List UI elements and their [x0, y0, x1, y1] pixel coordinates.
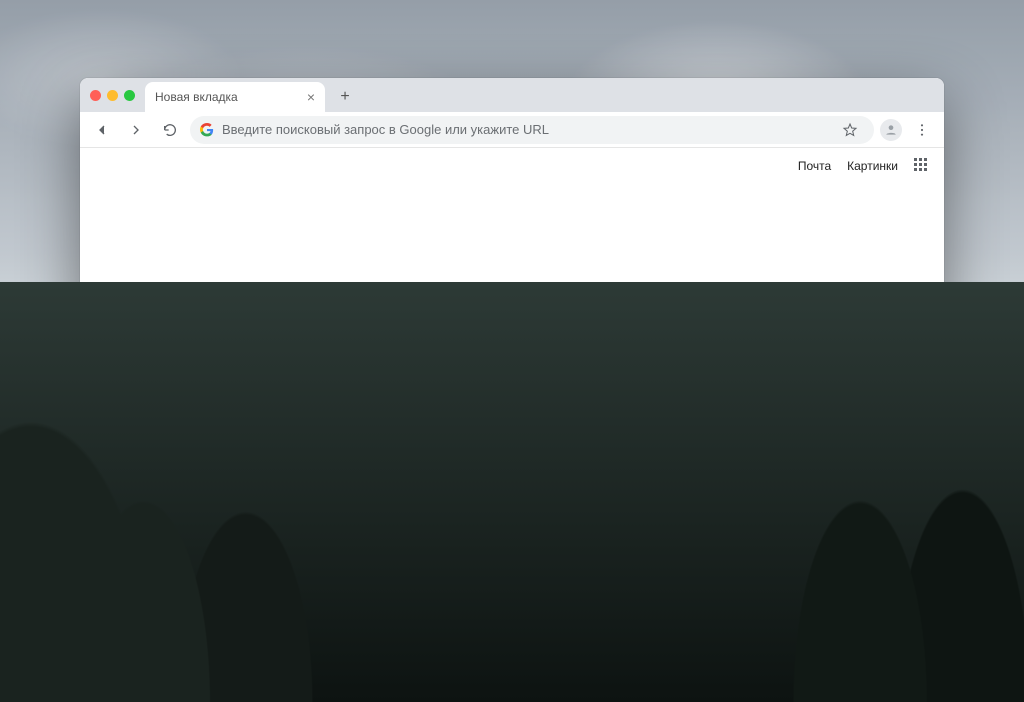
window-zoom-button[interactable] — [124, 90, 135, 101]
pencil-icon — [838, 588, 852, 602]
annotation-arrow — [635, 573, 805, 622]
popup-divider — [678, 495, 930, 496]
voice-search-button[interactable] — [738, 377, 756, 398]
address-bar[interactable]: Введите поисковый запрос в Google или ук… — [190, 116, 874, 144]
forward-button[interactable] — [122, 116, 150, 144]
link-icon — [692, 511, 711, 527]
microphone-icon — [738, 377, 756, 395]
center-area: Google Введите поисковый запрос или URL — [252, 272, 772, 494]
popup-item-restore-background: Восстановить фон по умолчанию — [678, 536, 930, 570]
plus-icon: + — [546, 430, 590, 474]
search-placeholder: Введите поисковый запрос или URL — [268, 379, 503, 395]
shortcut-label: Интернет — [411, 482, 501, 494]
bookmark-star-button[interactable] — [836, 116, 864, 144]
search-box[interactable]: Введите поисковый запрос или URL — [252, 366, 772, 408]
chrome-menu-button[interactable] — [908, 116, 936, 144]
shortcut-add[interactable]: + Добавить яр… — [523, 430, 613, 494]
block-icon — [692, 545, 712, 561]
address-placeholder: Введите поисковый запрос в Google или ук… — [222, 122, 549, 137]
popup-item-label: Восстановить фон по умолчанию — [724, 546, 910, 560]
new-tab-page: Почта Картинки Google Введите поисковый … — [80, 148, 944, 622]
new-tab-button[interactable]: + — [331, 83, 359, 111]
popup-item-restore-shortcuts: Восстановить ярлыки по умолчанию — [678, 502, 930, 536]
tab-title: Новая вкладка — [155, 90, 238, 104]
customize-label: Настроить — [858, 588, 917, 602]
window-close-button[interactable] — [90, 90, 101, 101]
shortcut-label: Добавить яр… — [523, 482, 613, 494]
browser-window: Новая вкладка × + Введ — [80, 78, 944, 622]
star-icon — [842, 122, 858, 138]
google-logo: Google — [252, 272, 772, 348]
person-icon — [884, 123, 898, 137]
window-controls — [90, 78, 145, 112]
reload-icon — [162, 122, 178, 138]
shortcut-internet[interactable]: Интернет — [411, 430, 501, 494]
profile-avatar[interactable] — [880, 119, 902, 141]
tab-strip: Новая вкладка × + — [80, 78, 944, 112]
kebab-menu-icon — [914, 122, 930, 138]
upload-icon — [692, 464, 712, 480]
images-link[interactable]: Картинки — [847, 159, 898, 173]
active-tab[interactable]: Новая вкладка × — [145, 82, 325, 112]
reload-button[interactable] — [156, 116, 184, 144]
top-links: Почта Картинки — [798, 158, 930, 174]
desktop-wallpaper: Новая вкладка × + Введ — [0, 0, 1024, 702]
mail-link[interactable]: Почта — [798, 159, 831, 173]
customize-button[interactable]: Настроить — [825, 580, 930, 610]
popup-item-upload-image[interactable]: Загрузить изображение — [678, 455, 930, 489]
arrow-right-icon — [128, 122, 144, 138]
toolbar: Введите поисковый запрос в Google или ук… — [80, 112, 944, 148]
popup-item-chrome-backgrounds[interactable]: Фоновые изображения Chrome — [678, 421, 930, 455]
popup-item-label: Загрузить изображение — [724, 465, 856, 479]
arrow-left-icon — [94, 122, 110, 138]
google-g-icon — [200, 123, 214, 137]
window-minimize-button[interactable] — [107, 90, 118, 101]
popup-title: Персонализировать эту страницу — [678, 395, 930, 421]
popup-item-label: Фоновые изображения Chrome — [724, 431, 898, 445]
personalize-popup: Персонализировать эту страницу Фоновые и… — [678, 385, 930, 574]
google-apps-button[interactable] — [914, 158, 930, 174]
chrome-icon — [447, 443, 465, 461]
popup-item-label: Восстановить ярлыки по умолчанию — [723, 505, 916, 533]
shortcuts-row: Интернет + Добавить яр… — [252, 430, 772, 494]
picture-icon — [692, 428, 712, 448]
back-button[interactable] — [88, 116, 116, 144]
tab-close-button[interactable]: × — [307, 90, 315, 104]
